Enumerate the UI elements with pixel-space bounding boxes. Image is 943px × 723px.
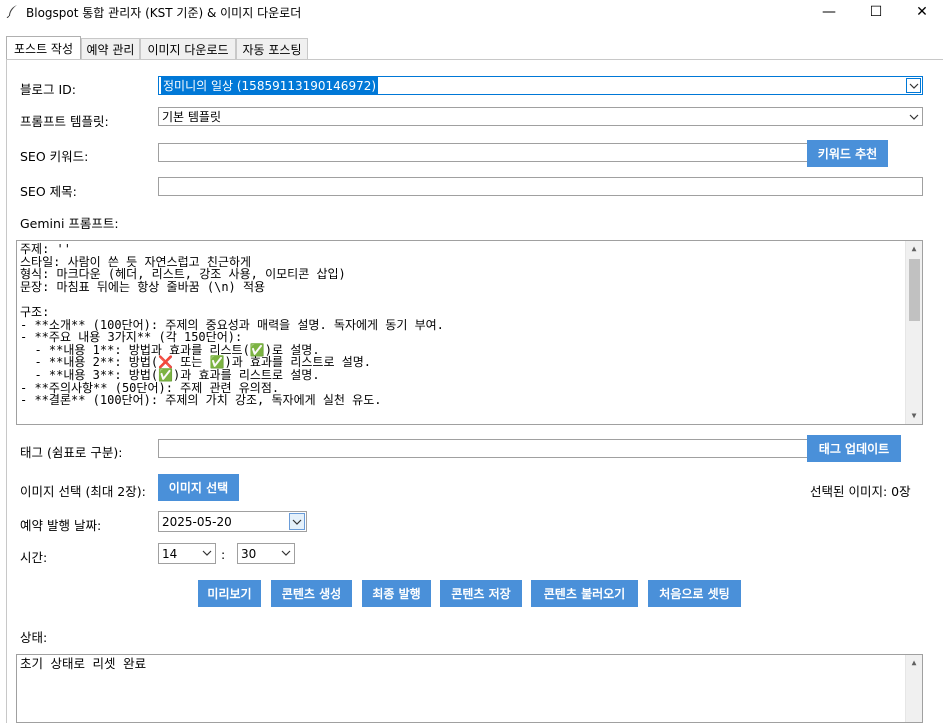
prompt-line: - **결론** (100단어): 주제의 가치 강조, 독자에게 실천 유도. [20,393,382,408]
tab-schedule-manage[interactable]: 예약 관리 [81,38,140,59]
prompt-line: 문장: 마침표 뒤에는 항상 줄바꿈 (\n) 적용 [20,279,266,294]
feather-icon [6,5,17,18]
generate-content-button[interactable]: 콘텐츠 생성 [271,580,352,607]
schedule-date-picker[interactable]: 2025-05-20 [158,511,307,532]
prompt-line: 구조: [20,304,50,319]
image-select-label: 이미지 선택 (최대 2장): [20,484,146,499]
schedule-date-value: 2025-05-20 [162,514,232,529]
reset-settings-button[interactable]: 처음으로 셋팅 [648,580,741,607]
blog-id-label: 블로그 ID: [20,82,76,97]
scroll-up-icon[interactable]: ▲ [906,655,922,671]
maximize-icon: ☐ [869,4,883,20]
tab-auto-posting[interactable]: 자동 포스팅 [236,38,308,59]
template-label: 프롬프트 템플릿: [20,114,109,129]
prompt-lines: 주제: '' 스타일: 사람이 쓴 듯 자연스럽고 친근하게 형식: 마크다운 (헤… [20,243,444,407]
window-title: Blogspot 통합 관리자 (KST 기준) & 이미지 다운로더 [26,6,302,20]
time-separator: : [221,547,226,562]
blog-id-value: 정미니의 일상 (15859113190146972) [161,77,379,94]
preview-button[interactable]: 미리보기 [198,580,261,607]
hour-value: 14 [162,546,178,561]
tag-update-button[interactable]: 태그 업데이트 [807,435,901,462]
seo-keyword-label: SEO 키워드: [20,149,89,164]
scroll-down-icon[interactable]: ▼ [906,408,922,424]
scroll-up-icon[interactable]: ▲ [906,241,922,257]
prompt-line: - **주요 내용 3가지** (각 150단어): [20,330,243,345]
load-content-button[interactable]: 콘텐츠 불러오기 [531,580,638,607]
minimize-icon: — [822,4,836,20]
tab-post-write[interactable]: 포스트 작성 [6,36,81,59]
prompt-scrollbar[interactable]: ▲ ▼ [905,241,922,424]
schedule-date-label: 예약 발행 날짜: [20,518,102,533]
seo-title-input[interactable] [158,177,923,196]
template-combobox[interactable]: 기본 템플릿 [158,107,923,126]
final-publish-button[interactable]: 최종 발행 [362,580,431,607]
status-textarea[interactable]: 초기 상태로 리셋 완료 ▲ [16,654,923,723]
minute-spinbox[interactable]: 30 [237,543,295,564]
close-button[interactable]: ✕ [899,0,943,24]
save-content-button[interactable]: 콘텐츠 저장 [440,580,522,607]
seo-keyword-input[interactable] [158,143,810,162]
chevron-down-icon[interactable] [906,78,921,93]
template-value: 기본 템플릿 [162,110,222,124]
time-label: 시간: [20,550,48,565]
minute-value: 30 [241,546,257,561]
title-bar: Blogspot 통합 관리자 (KST 기준) & 이미지 다운로더 — ☐ … [0,0,943,24]
selected-images-count: 선택된 이미지: 0장 [810,484,911,499]
tab-image-download[interactable]: 이미지 다운로드 [140,38,236,59]
seo-title-label: SEO 제목: [20,184,77,199]
scroll-thumb[interactable] [909,259,920,321]
tags-label: 태그 (쉼표로 구분): [20,445,123,460]
chevron-down-icon[interactable] [278,545,293,560]
keyword-recommend-button[interactable]: 키워드 추천 [807,140,888,167]
maximize-button[interactable]: ☐ [853,0,899,24]
chevron-down-icon[interactable] [199,545,214,560]
prompt-line: 형식: 마크다운 (헤더, 리스트, 강조 사용, 이모티콘 삽입) [20,267,346,282]
status-scrollbar[interactable]: ▲ [905,655,922,722]
chevron-down-icon[interactable] [906,109,921,124]
gemini-prompt-textarea[interactable]: 주제: '' 스타일: 사람이 쓴 듯 자연스럽고 친근하게 형식: 마크다운 (헤… [16,240,923,425]
tags-input[interactable] [158,439,810,458]
gemini-prompt-label: Gemini 프롬프트: [20,216,119,231]
prompt-line: - **내용 3**: 방법(✅)과 효과를 리스트로 설명. [20,367,320,382]
prompt-line: 주제: '' [20,242,71,256]
blog-id-combobox[interactable]: 정미니의 일상 (15859113190146972) [158,76,923,95]
status-text: 초기 상태로 리셋 완료 [20,656,147,671]
close-icon: ✕ [916,4,928,20]
hour-spinbox[interactable]: 14 [158,543,216,564]
prompt-line [20,293,444,306]
status-label: 상태: [20,630,48,645]
image-select-button[interactable]: 이미지 선택 [158,474,239,501]
minimize-button[interactable]: — [806,0,852,24]
calendar-dropdown-icon[interactable] [289,513,305,530]
